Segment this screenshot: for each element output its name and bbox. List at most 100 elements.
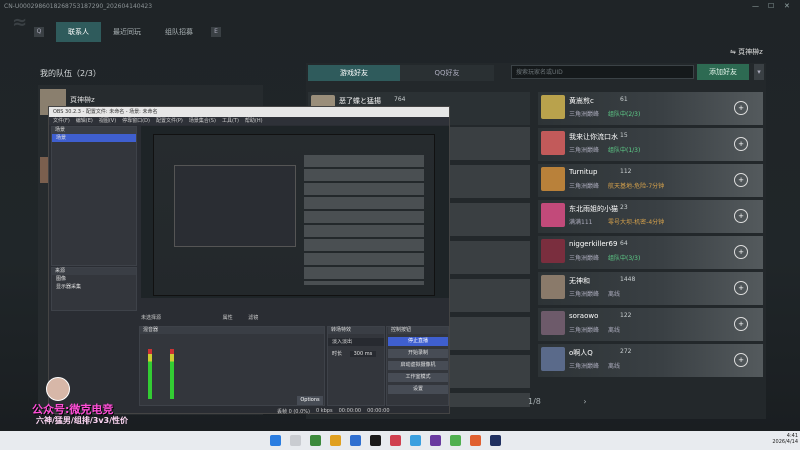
app-icon-2[interactable] [390, 435, 401, 446]
friend-status: 离线 [608, 363, 621, 370]
start-icon[interactable] [270, 435, 281, 446]
add-friend-button[interactable]: 添加好友 [697, 64, 749, 80]
friend-avatar [541, 239, 565, 263]
tab-game-friends[interactable]: 游戏好友 [308, 65, 400, 81]
friend-name: o啊人Q [569, 349, 593, 357]
friend-score: 23 [620, 204, 628, 211]
obs-mixer-title: 混音器 [140, 327, 324, 334]
tab-recruit[interactable]: 组队招募 [153, 22, 205, 42]
friend-card[interactable]: soraowo 122 三角洲巅峰 离线 + [538, 308, 763, 341]
friend-status: 航天基地-危险-7分钟 [608, 183, 665, 190]
obs-start-record-button[interactable]: 开始录制 [388, 349, 448, 358]
obs-source-display[interactable]: 显示器采集 [52, 283, 136, 291]
invite-icon[interactable]: + [734, 101, 748, 115]
obs-options-button[interactable]: Options [297, 396, 323, 405]
obs-volume-meter-2 [170, 349, 174, 399]
close-icon[interactable]: ✕ [784, 2, 790, 10]
obs-preview[interactable] [141, 126, 449, 298]
invite-icon[interactable]: + [734, 137, 748, 151]
friend-status: 离线 [608, 291, 621, 298]
obs-menu-docks[interactable]: 停靠窗口(D) [122, 117, 150, 125]
invite-icon[interactable]: + [734, 245, 748, 259]
obs-duration-input[interactable]: 300 ms [349, 351, 377, 357]
friend-card[interactable]: 东北雨姐的小猫 23 满满111 零号大坝-机密-4分钟 + [538, 200, 763, 233]
obs-menubar: 文件(F) 编辑(E) 视图(V) 停靠窗口(D) 配置文件(P) 场景集合(S… [49, 117, 449, 125]
obs-menu-tools[interactable]: 工具(T) [222, 117, 239, 125]
obs-virtual-camera-button[interactable]: 启动虚拟摄像机 [388, 361, 448, 370]
app-icon-1[interactable] [310, 435, 321, 446]
obs-duration-label: 时长 [332, 351, 343, 357]
obs-live-time: 00:00:00 [338, 408, 362, 414]
search-icon[interactable] [290, 435, 301, 446]
invite-icon[interactable]: + [734, 281, 748, 295]
friend-score: 1448 [620, 276, 636, 283]
streamer-avatar [46, 377, 70, 401]
obs-dropped-frames: 丢帧 0 (0.0%) [277, 409, 310, 415]
wechat-icon[interactable] [450, 435, 461, 446]
maximize-icon[interactable]: ☐ [768, 2, 774, 10]
friend-rank: 三角洲巅峰 [569, 111, 600, 118]
obs-scenes-title: 场景 [52, 127, 136, 134]
obs-menu-scene-collection[interactable]: 场景集合(S) [189, 117, 216, 125]
invite-icon[interactable]: + [734, 317, 748, 331]
app-icon-4[interactable] [470, 435, 481, 446]
qq-icon[interactable] [410, 435, 421, 446]
obs-menu-edit[interactable]: 编辑(E) [76, 117, 93, 125]
next-page-button[interactable]: › [583, 397, 586, 406]
obs-source-toolbar: 未选择源 属性 滤镜 [141, 313, 449, 323]
watermark-subtitle: 六神/猛男/组排/3v3/性价 [36, 416, 129, 425]
team-title: 我的队伍（2/3） [40, 69, 101, 78]
obs-menu-view[interactable]: 视图(V) [99, 117, 116, 125]
tab-contacts[interactable]: 联系人 [56, 22, 101, 42]
system-clock[interactable]: 4:41 2026/4/14 [770, 433, 798, 445]
friend-card[interactable]: 我来让你流口水 15 三角洲巅峰 组队中(1/3) + [538, 128, 763, 161]
tab-qq-friends[interactable]: QQ好友 [400, 65, 494, 81]
obs-filters-button[interactable]: 滤镜 [248, 315, 258, 321]
invite-icon[interactable]: + [734, 209, 748, 223]
page-indicator: 1/8 [528, 397, 541, 406]
obs-menu-profile[interactable]: 配置文件(P) [156, 117, 183, 125]
tab-recent[interactable]: 最近同玩 [101, 22, 153, 42]
obs-stop-stream-button[interactable]: 停止直播 [388, 337, 448, 346]
obs-menu-file[interactable]: 文件(F) [53, 117, 70, 125]
invite-icon[interactable]: + [734, 173, 748, 187]
obs-transition-select[interactable]: 淡入淡出 [328, 338, 384, 346]
friend-score: 764 [394, 96, 406, 103]
friend-status: 组队中(2/3) [608, 111, 641, 118]
user-badge[interactable]: ⇋ 頁神榊z [730, 47, 763, 57]
pager: 1/8 › [528, 397, 587, 406]
friend-card[interactable]: o啊人Q 272 三角洲巅峰 离线 + [538, 344, 763, 377]
obs-menu-help[interactable]: 帮助(H) [245, 117, 263, 125]
app-icon-3[interactable] [430, 435, 441, 446]
filter-icon[interactable]: ▾ [754, 64, 764, 80]
friend-card[interactable]: 黄嵩煎c 61 三角洲巅峰 组队中(2/3) + [538, 92, 763, 125]
friend-card[interactable]: Turnitup 112 三角洲巅峰 航天基地-危险-7分钟 + [538, 164, 763, 197]
obs-settings-button[interactable]: 设置 [388, 385, 448, 394]
search-input[interactable]: 搜索玩家名或UID [511, 65, 694, 79]
friend-status: 组队中(3/3) [608, 255, 641, 262]
browser-icon[interactable] [350, 435, 361, 446]
obs-taskbar-icon[interactable] [370, 435, 381, 446]
obs-status-bar: 丢帧 0 (0.0%) 0 kbps 00:00:00 00:00:00 [277, 408, 449, 415]
obs-studio-mode-button[interactable]: 工作室模式 [388, 373, 448, 382]
friend-avatar [541, 203, 565, 227]
friend-card[interactable]: niggerkiller69 64 三角洲巅峰 组队中(3/3) + [538, 236, 763, 269]
obs-source-image[interactable]: 图像 [52, 275, 136, 283]
nav-next-key[interactable]: E [211, 27, 221, 37]
friend-card[interactable]: 无神和 1448 三角洲巅峰 离线 + [538, 272, 763, 305]
user-badge-name: 頁神榊z [738, 48, 763, 56]
game-taskbar-icon[interactable] [490, 435, 501, 446]
obs-scene-item[interactable]: 场景 [52, 134, 136, 142]
obs-controls-title: 控制按钮 [388, 327, 448, 334]
friend-score: 112 [620, 168, 632, 175]
obs-props-button[interactable]: 属性 [223, 315, 233, 321]
obs-no-source: 未选择源 [141, 315, 162, 321]
invite-icon[interactable]: + [734, 353, 748, 367]
friend-rank: 三角洲巅峰 [569, 183, 600, 190]
nav-prev-key[interactable]: Q [34, 27, 44, 37]
folder-icon[interactable] [330, 435, 341, 446]
minimize-icon[interactable]: — [752, 2, 759, 10]
friend-avatar [541, 95, 565, 119]
friend-rank: 三角洲巅峰 [569, 327, 600, 334]
friend-name: 我来让你流口水 [569, 133, 618, 141]
